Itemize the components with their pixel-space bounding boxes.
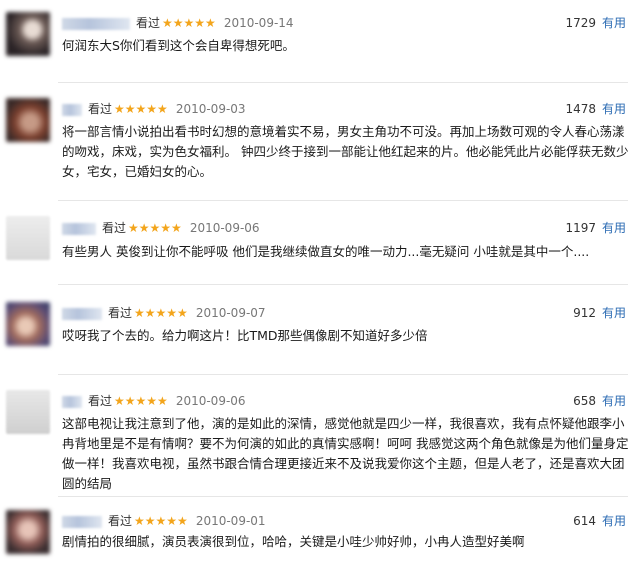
comment-meta: 看过 ★★★★★ 2010-09-06 [62, 392, 246, 410]
comment-item: 看过 ★★★★★ 2010-09-01 614 有用 剧情拍的很细腻，演员表演很到位，… [0, 504, 640, 564]
comment-list: 看过 ★★★★★ 2010-09-14 1729 有用 何润东大S你们看到这个会自卑得… [0, 0, 640, 564]
divider [58, 82, 628, 83]
vote-count: 1729 [565, 16, 596, 30]
comment-text: 这部电视让我注意到了他，演的是如此的深情，感觉他就是四少一样，我很喜欢，我有点怀… [62, 416, 629, 491]
avatar[interactable] [6, 216, 50, 260]
vote-count: 658 [573, 394, 596, 408]
comment-meta: 看过 ★★★★★ 2010-09-07 [62, 304, 266, 322]
useful-button[interactable]: 有用 [602, 394, 626, 408]
comment-date: 2010-09-03 [175, 102, 246, 116]
vote-count-area: 1197 有用 [565, 219, 626, 237]
useful-button[interactable]: 有用 [602, 221, 626, 235]
comment-date: 2010-09-06 [175, 394, 246, 408]
watched-status: 看过 [108, 514, 133, 528]
vote-count: 912 [573, 306, 596, 320]
username[interactable] [62, 17, 130, 30]
comment-meta: 看过 ★★★★★ 2010-09-01 [62, 512, 266, 530]
vote-count-area: 658 有用 [573, 392, 626, 410]
comment-text: 何润东大S你们看到这个会自卑得想死吧。 [62, 38, 295, 53]
vote-count-area: 614 有用 [573, 512, 626, 530]
vote-count: 1197 [565, 221, 596, 235]
vote-count-area: 1478 有用 [565, 100, 626, 118]
comment-text: 将一部言情小说拍出看书时幻想的意境着实不易，男女主角功不可没。再加上场数可观的令… [62, 124, 629, 179]
watched-status: 看过 [102, 221, 127, 235]
watched-status: 看过 [88, 102, 113, 116]
comment-meta: 看过 ★★★★★ 2010-09-06 [62, 219, 260, 237]
useful-button[interactable]: 有用 [602, 102, 626, 116]
username[interactable] [62, 515, 102, 528]
rating-stars: ★★★★★ [128, 221, 182, 235]
comment-meta: 看过 ★★★★★ 2010-09-14 [62, 14, 294, 32]
watched-status: 看过 [88, 394, 113, 408]
comment-date: 2010-09-14 [223, 16, 294, 30]
divider [58, 284, 628, 285]
comment-item: 看过 ★★★★★ 2010-09-03 1478 有用 将一部言情小说拍出看书时幻想的… [0, 90, 640, 202]
rating-stars: ★★★★★ [114, 394, 168, 408]
rating-stars: ★★★★★ [134, 306, 188, 320]
watched-status: 看过 [108, 306, 133, 320]
avatar[interactable] [6, 510, 50, 554]
comment-date: 2010-09-01 [195, 514, 266, 528]
username[interactable] [62, 395, 82, 408]
rating-stars: ★★★★★ [162, 16, 216, 30]
divider [58, 496, 628, 497]
comment-item: 看过 ★★★★★ 2010-09-06 658 有用 这部电视让我注意到了他，演的是如… [0, 382, 640, 494]
divider [58, 200, 628, 201]
divider [58, 374, 628, 375]
username[interactable] [62, 307, 102, 320]
rating-stars: ★★★★★ [114, 102, 168, 116]
avatar[interactable] [6, 390, 50, 434]
avatar[interactable] [6, 98, 50, 142]
rating-stars: ★★★★★ [134, 514, 188, 528]
useful-button[interactable]: 有用 [602, 514, 626, 528]
watched-status: 看过 [136, 16, 161, 30]
comment-text: 剧情拍的很细腻，演员表演很到位，哈哈，关键是小哇少帅好帅，小冉人造型好美啊 [62, 534, 525, 549]
username[interactable] [62, 103, 82, 116]
vote-count-area: 1729 有用 [565, 14, 626, 32]
vote-count-area: 912 有用 [573, 304, 626, 322]
comment-date: 2010-09-06 [189, 221, 260, 235]
comment-date: 2010-09-07 [195, 306, 266, 320]
comment-item: 看过 ★★★★★ 2010-09-07 912 有用 哎呀我了个去的。给力啊这片！比T… [0, 292, 640, 362]
avatar[interactable] [6, 12, 50, 56]
vote-count: 1478 [565, 102, 596, 116]
useful-button[interactable]: 有用 [602, 16, 626, 30]
username[interactable] [62, 222, 96, 235]
comment-item: 看过 ★★★★★ 2010-09-06 1197 有用 有些男人 英俊到让你不能呼吸 … [0, 208, 640, 280]
comment-text: 有些男人 英俊到让你不能呼吸 他们是我继续做直女的唯一动力...毫无疑问 小哇就… [62, 244, 590, 259]
avatar[interactable] [6, 302, 50, 346]
comment-item: 看过 ★★★★★ 2010-09-14 1729 有用 何润东大S你们看到这个会自卑得… [0, 0, 640, 82]
useful-button[interactable]: 有用 [602, 306, 626, 320]
comment-text: 哎呀我了个去的。给力啊这片！比TMD那些偶像剧不知道好多少倍 [62, 328, 428, 343]
comment-meta: 看过 ★★★★★ 2010-09-03 [62, 100, 246, 118]
vote-count: 614 [573, 514, 596, 528]
